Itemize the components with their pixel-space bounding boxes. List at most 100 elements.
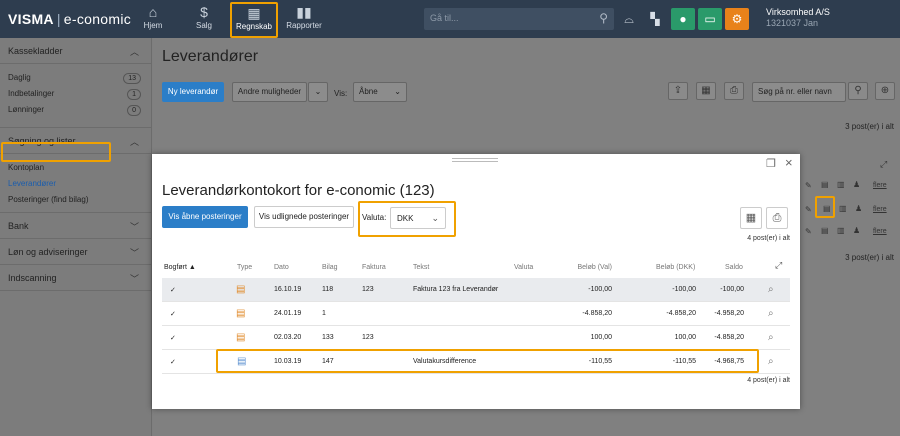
- company-name: Virksomhed A/S: [766, 7, 830, 17]
- restore-icon[interactable]: ❐: [766, 157, 776, 170]
- col-tekst[interactable]: Tekst: [413, 264, 429, 271]
- cell-belob-val: -4.858,20: [582, 310, 612, 317]
- document-icon[interactable]: ▤: [821, 180, 829, 189]
- col-valuta[interactable]: Valuta: [514, 264, 533, 271]
- card-icon[interactable]: ▥: [839, 204, 847, 213]
- expand-icon[interactable]: ⤢: [880, 159, 887, 170]
- view-entry-icon[interactable]: ⌕: [768, 356, 774, 367]
- view-entry-icon[interactable]: ⌕: [768, 308, 774, 319]
- close-icon[interactable]: ×: [785, 155, 793, 170]
- book-icon[interactable]: ▭: [698, 8, 722, 30]
- cell-bilag[interactable]: 1: [322, 310, 326, 317]
- sidebar-item-indbetalinger[interactable]: Indbetalinger 1: [0, 86, 151, 102]
- sidebar-item-leverandorer[interactable]: Leverandører: [0, 176, 151, 192]
- section-label: Bank: [8, 221, 29, 231]
- item-label: Posteringer (find bilag): [8, 195, 89, 204]
- nav-hjem[interactable]: ⌂ Hjem: [133, 3, 173, 35]
- sidebar-item-daglig[interactable]: Daglig 13: [0, 70, 151, 86]
- cell-dato: 16.10.19: [274, 286, 302, 293]
- col-bilag[interactable]: Bilag: [322, 264, 338, 271]
- apps-icon[interactable]: ▚: [643, 8, 667, 30]
- col-belob-dkk[interactable]: Beløb (DKK): [656, 264, 695, 271]
- user-icon[interactable]: ♟: [853, 180, 860, 189]
- sidebar-item-kontoplan[interactable]: Kontoplan: [0, 160, 151, 176]
- col-faktura[interactable]: Faktura: [362, 264, 386, 271]
- top-bar: VISMA | e-conomic ⌂ Hjem $ Salg ▦ Regnskab…: [0, 0, 900, 38]
- table-row[interactable]: ✓ ▤ 24.01.19 1 -4.858,20 -4.858,20 -4.95…: [162, 302, 790, 326]
- brand-separator: |: [56, 11, 61, 27]
- valuta-select[interactable]: DKK ⌄: [390, 207, 446, 229]
- card-icon[interactable]: ▥: [837, 226, 845, 235]
- search-icon[interactable]: ⚲: [848, 82, 868, 100]
- view-entry-icon[interactable]: ⌕: [768, 332, 774, 343]
- item-label: Lønninger: [8, 105, 45, 114]
- vis-select[interactable]: Åbne ⌄: [353, 82, 407, 102]
- chevron-down-icon: ﹀: [129, 222, 139, 232]
- row-count-bottom: 4 post(er) i alt: [747, 377, 790, 384]
- document-icon[interactable]: ▤: [821, 226, 829, 235]
- cell-saldo: -100,00: [720, 286, 744, 293]
- nav-salg[interactable]: $ Salg: [184, 3, 224, 35]
- chevron-down-icon[interactable]: ⌄: [308, 82, 328, 102]
- more-link[interactable]: flere: [873, 182, 887, 189]
- new-supplier-button[interactable]: Ny leverandør: [162, 82, 224, 102]
- inbox-icon[interactable]: ⌓: [617, 8, 641, 30]
- highlight-account-card-icon: [815, 196, 835, 218]
- table-row[interactable]: ✓ ▤ 02.03.20 133 123 100,00 100,00 -4.85…: [162, 326, 790, 350]
- sidebar-item-posteringer[interactable]: Posteringer (find bilag): [0, 192, 151, 208]
- col-bogfort[interactable]: Bogført ▲: [164, 264, 196, 271]
- col-belob-val[interactable]: Beløb (Val): [572, 264, 613, 271]
- item-label: Indbetalinger: [8, 89, 55, 98]
- gear-icon[interactable]: ⚙: [725, 8, 749, 30]
- posted-check: ✓: [170, 287, 176, 294]
- nav-regnskab[interactable]: ▦ Regnskab: [230, 2, 278, 38]
- section-label: Løn og adviseringer: [8, 247, 88, 257]
- table-header: Bogført ▲ Type Dato Bilag Faktura Tekst …: [162, 260, 790, 278]
- chat-icon[interactable]: ●: [671, 8, 695, 30]
- company-switcher[interactable]: Virksomhed A/S 1321037 Jan: [766, 7, 830, 29]
- edit-icon[interactable]: ✎: [805, 181, 812, 190]
- sidebar-section-kassekladder[interactable]: Kassekladder ︿: [0, 38, 151, 64]
- grid-icon[interactable]: ▦: [696, 82, 716, 100]
- more-link[interactable]: flere: [873, 228, 887, 235]
- edit-icon[interactable]: ✎: [805, 227, 812, 236]
- expand-icon[interactable]: ⤢: [775, 260, 782, 271]
- user-icon[interactable]: ♟: [853, 226, 860, 235]
- row-count-top: 3 post(er) i alt: [845, 122, 894, 131]
- user-icon[interactable]: ♟: [855, 204, 862, 213]
- col-saldo[interactable]: Saldo: [725, 264, 743, 271]
- cell-bilag[interactable]: 133: [322, 334, 334, 341]
- cell-faktura: 123: [362, 286, 374, 293]
- print-icon[interactable]: ⎙: [766, 207, 788, 229]
- app-logo[interactable]: VISMA | e-conomic: [8, 11, 131, 27]
- drag-handle[interactable]: [452, 158, 498, 162]
- grid-icon[interactable]: ▦: [740, 207, 762, 229]
- other-options-button[interactable]: Andre muligheder: [232, 82, 307, 102]
- cell-belob-dkk: 100,00: [674, 334, 696, 341]
- sidebar-section-lon[interactable]: Løn og adviseringer ﹀: [0, 239, 151, 265]
- card-icon[interactable]: ▥: [837, 180, 845, 189]
- sidebar-section-bank[interactable]: Bank ﹀: [0, 213, 151, 239]
- edit-icon[interactable]: ✎: [805, 205, 812, 214]
- show-settled-entries-button[interactable]: Vis udlignede posteringer: [254, 206, 354, 228]
- table-row[interactable]: ✓ ▤ 16.10.19 118 123 Faktura 123 fra Lev…: [162, 278, 790, 302]
- cell-belob-dkk: -100,00: [672, 286, 696, 293]
- global-search-input[interactable]: Gå til... ⚲: [424, 8, 614, 30]
- cell-tekst: Faktura 123 fra Leverandør: [413, 286, 499, 293]
- supplier-search-input[interactable]: Søg på nr. eller navn: [752, 82, 846, 102]
- print-icon[interactable]: ⎙: [724, 82, 744, 100]
- sidebar-section-indscanning[interactable]: Indscanning ﹀: [0, 265, 151, 291]
- view-entry-icon[interactable]: ⌕: [768, 284, 774, 295]
- more-link[interactable]: flere: [873, 206, 887, 213]
- col-type[interactable]: Type: [237, 264, 252, 271]
- import-icon[interactable]: ⇪: [668, 82, 688, 100]
- show-open-entries-button[interactable]: Vis åbne posteringer: [162, 206, 248, 228]
- col-dato[interactable]: Dato: [274, 264, 289, 271]
- nav-rapporter[interactable]: ▮▮ Rapporter: [284, 3, 324, 35]
- chevron-up-icon: ︿: [129, 47, 139, 57]
- bar-chart-icon: ▮▮: [296, 4, 312, 20]
- cell-faktura: 123: [362, 334, 374, 341]
- cell-bilag[interactable]: 118: [322, 286, 333, 293]
- zoom-in-icon[interactable]: ⊕: [875, 82, 895, 100]
- sidebar-item-lonninger[interactable]: Lønninger 0: [0, 102, 151, 118]
